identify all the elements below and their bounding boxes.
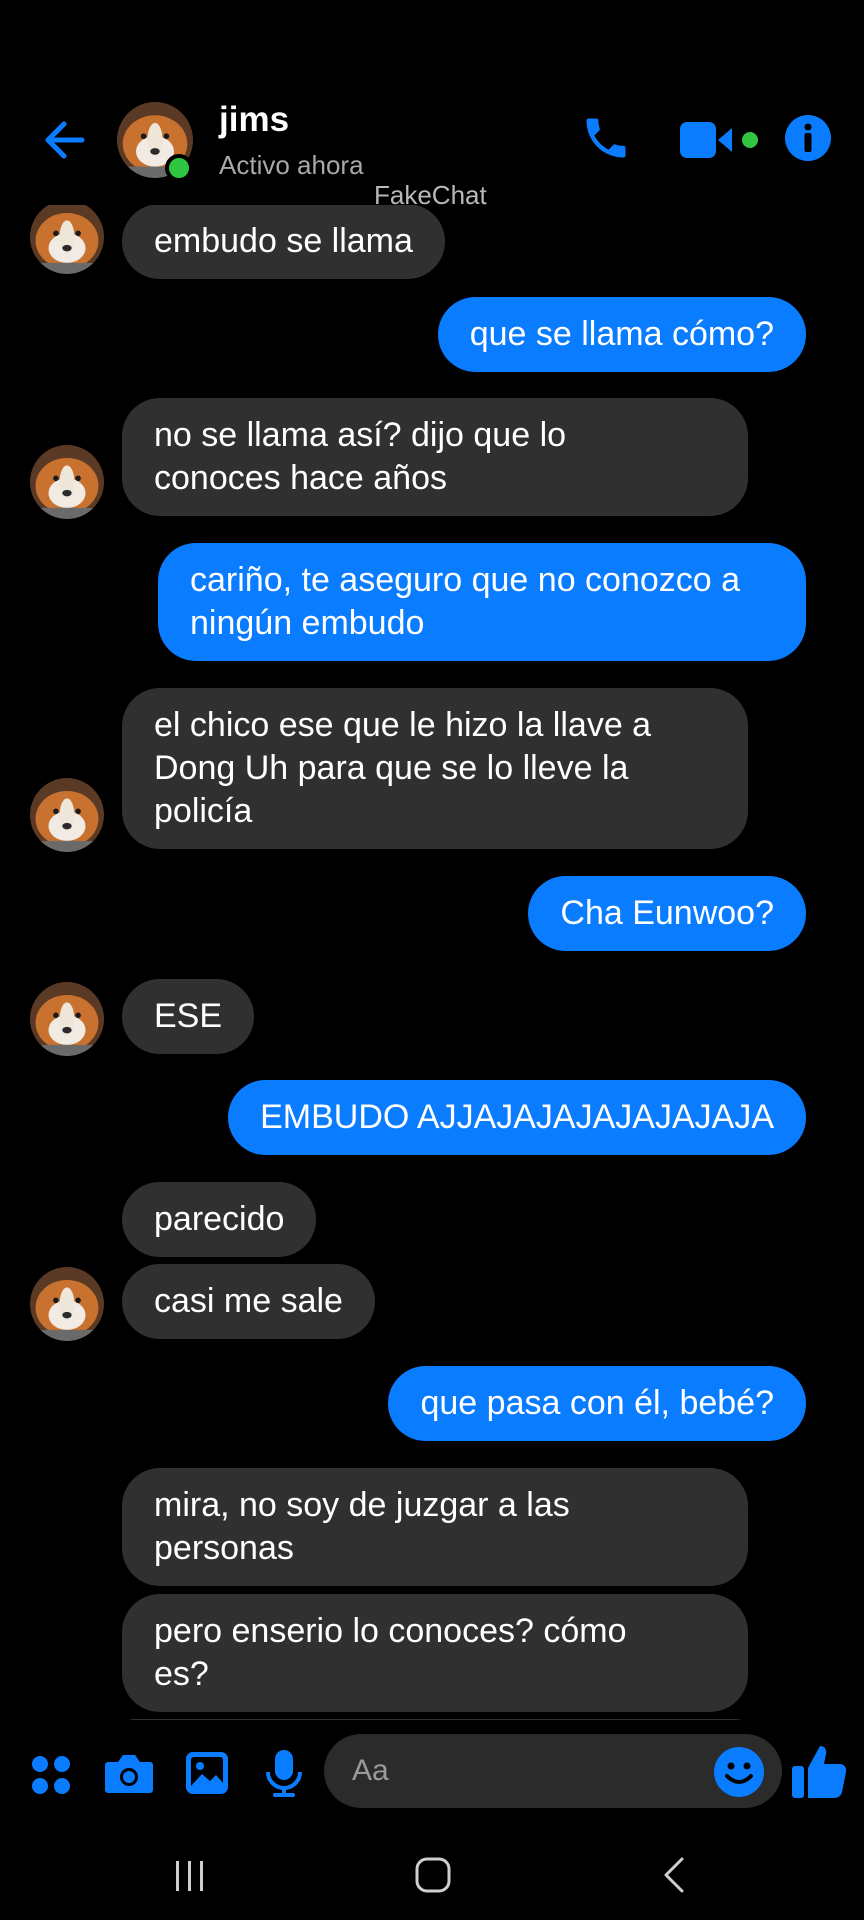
video-camera-icon	[680, 122, 758, 158]
incoming-message[interactable]: pero enserio lo conoces? cómo es?	[122, 1594, 748, 1712]
arrow-left-icon	[45, 121, 85, 159]
message-list[interactable]: embudo se llama que se llama cómo? no se…	[0, 0, 864, 1720]
call-button[interactable]	[580, 112, 632, 169]
voice-button[interactable]	[264, 1748, 304, 1805]
microphone-icon	[266, 1750, 302, 1797]
smiley-icon	[714, 1747, 764, 1797]
incoming-message[interactable]: no se llama así? dijo que lo conoces hac…	[122, 398, 748, 516]
thumbs-up-icon	[792, 1746, 847, 1798]
video-call-button[interactable]	[678, 118, 758, 167]
info-icon	[785, 115, 831, 161]
camera-icon	[105, 1755, 153, 1793]
composer-bar: Aa	[0, 1720, 864, 1830]
emoji-button[interactable]	[712, 1745, 766, 1804]
outgoing-message[interactable]: cariño, te aseguro que no conozco a ning…	[158, 543, 806, 661]
incoming-message[interactable]: embudo se llama	[122, 204, 445, 279]
online-indicator	[165, 154, 193, 182]
like-button[interactable]	[790, 1740, 852, 1807]
watermark: FakeChat	[374, 180, 487, 210]
outgoing-message[interactable]: que se llama cómo?	[437, 297, 806, 372]
incoming-message[interactable]: mira, no soy de juzgar a las personas	[122, 1468, 748, 1586]
incoming-message[interactable]: casi me sale	[122, 1264, 375, 1339]
contact-name[interactable]: jims	[219, 100, 289, 140]
contact-status: Activo ahora	[219, 150, 364, 180]
outgoing-message[interactable]: que pasa con él, bebé?	[388, 1366, 806, 1441]
incoming-message[interactable]: el chico ese que le hizo la llave a Dong…	[122, 688, 748, 849]
back-button[interactable]	[38, 112, 94, 168]
chevron-left-icon	[664, 1857, 684, 1893]
contact-avatar[interactable]	[30, 778, 104, 852]
home-button[interactable]	[414, 1856, 452, 1899]
contact-avatar[interactable]	[30, 982, 104, 1056]
phone-icon	[586, 118, 626, 158]
incoming-message[interactable]: parecido	[122, 1182, 317, 1257]
recent-apps-icon	[176, 1861, 203, 1891]
recent-apps-button[interactable]	[172, 1858, 208, 1899]
contact-avatar[interactable]	[30, 200, 104, 274]
outgoing-message[interactable]: Cha Eunwoo?	[528, 876, 806, 951]
incoming-message[interactable]: ESE	[122, 979, 255, 1054]
apps-grid-icon	[32, 1756, 70, 1794]
system-nav-bar	[0, 1830, 864, 1920]
contact-avatar[interactable]	[30, 1267, 104, 1341]
chat-header: jims Activo ahora	[0, 0, 864, 205]
home-icon	[415, 1857, 451, 1893]
gallery-button[interactable]	[184, 1750, 230, 1801]
image-icon	[186, 1752, 228, 1794]
outgoing-message[interactable]: EMBUDO AJJAJAJAJAJAJAJAJA	[228, 1080, 806, 1155]
info-button[interactable]	[784, 114, 832, 167]
camera-button[interactable]	[104, 1750, 154, 1801]
message-input-placeholder: Aa	[352, 1754, 389, 1787]
apps-button[interactable]	[30, 1754, 74, 1803]
contact-avatar[interactable]	[30, 445, 104, 519]
system-back-button[interactable]	[660, 1856, 690, 1899]
